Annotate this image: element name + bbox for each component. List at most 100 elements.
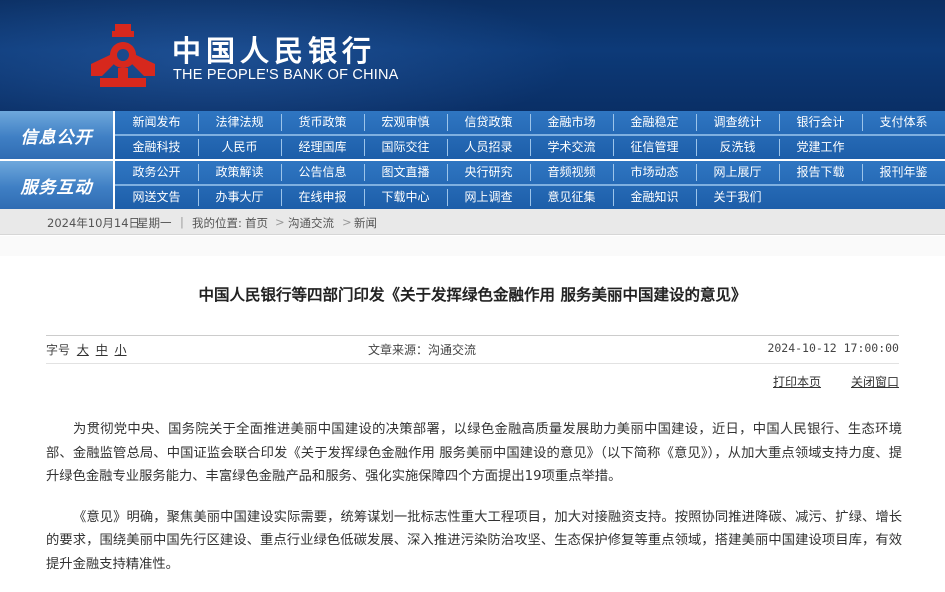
nav-item[interactable]: 关于我们 (696, 186, 779, 209)
nav-separator (530, 139, 531, 156)
nav-separator (447, 189, 448, 206)
article-body: 为贯彻党中央、国务院关于全面推进美丽中国建设的决策部署，以绿色金融高质量发展助力… (46, 418, 902, 592)
nav-item[interactable]: 下载中心 (364, 186, 447, 209)
nav-separator (530, 164, 531, 181)
article-source: 文章来源：沟通交流 (368, 341, 476, 358)
font-size-label: 字号 (46, 343, 71, 357)
nav-separator (198, 164, 199, 181)
nav-separator (447, 139, 448, 156)
nav-item[interactable]: 图文直播 (364, 161, 447, 184)
nav-separator (862, 164, 863, 181)
nav-item[interactable]: 在线申报 (281, 186, 364, 209)
nav-separator (779, 164, 780, 181)
nav-separator (613, 139, 614, 156)
nav-item[interactable]: 经理国库 (281, 136, 364, 159)
article-datetime: 2024-10-12 17:00:00 (767, 341, 899, 355)
nav-item[interactable]: 音频视频 (530, 161, 613, 184)
current-date: 2024年10月14日 (47, 216, 141, 230)
nav-item[interactable]: 公告信息 (281, 161, 364, 184)
nav-section-info: 信息公开 新闻发布 法律法规 货币政策 宏观审慎 信贷政策 金融市场 金融稳定 调查统计 银行会… (0, 111, 945, 159)
pboc-emblem-icon[interactable] (88, 20, 158, 90)
nav-item[interactable]: 支付体系 (862, 111, 945, 134)
nav-separator (779, 139, 780, 156)
source-label: 文章来源： (368, 343, 429, 357)
nav-section-interact: 服务互动 政务公开 政策解读 公告信息 图文直播 央行研究 音频视频 市场动态 网上展厅 报告下… (0, 161, 945, 209)
content-top-stripe (0, 236, 945, 256)
nav-label-info: 信息公开 (0, 111, 113, 159)
nav-row: 金融科技 人民币 经理国库 国际交往 人员招录 学术交流 征信管理 反洗钱 党建工作 (115, 136, 945, 159)
nav-row: 新闻发布 法律法规 货币政策 宏观审慎 信贷政策 金融市场 金融稳定 调查统计 银行会计 支付体系 (115, 111, 945, 134)
nav-item[interactable]: 报刊年鉴 (862, 161, 945, 184)
nav-label-interact: 服务互动 (0, 161, 113, 209)
nav-item[interactable]: 银行会计 (779, 111, 862, 134)
breadcrumb-separator: > (342, 215, 352, 229)
nav-row: 政务公开 政策解读 公告信息 图文直播 央行研究 音频视频 市场动态 网上展厅 报告下载 报刊年鉴 (115, 161, 945, 184)
nav-item[interactable]: 金融知识 (613, 186, 696, 209)
nav-item[interactable]: 网送文告 (115, 186, 198, 209)
font-size-medium[interactable]: 中 (96, 343, 108, 357)
nav-item[interactable]: 网上调查 (447, 186, 530, 209)
nav-item[interactable]: 征信管理 (613, 136, 696, 159)
nav-item[interactable]: 金融科技 (115, 136, 198, 159)
nav-grid-info: 新闻发布 法律法规 货币政策 宏观审慎 信贷政策 金融市场 金融稳定 调查统计 银行会计 支付体系… (115, 111, 945, 159)
print-page-link[interactable]: 打印本页 (773, 373, 821, 390)
close-window-link[interactable]: 关闭窗口 (851, 373, 899, 390)
nav-grid-interact: 政务公开 政策解读 公告信息 图文直播 央行研究 音频视频 市场动态 网上展厅 报告下载 报刊年鉴… (115, 161, 945, 209)
nav-item[interactable]: 金融市场 (530, 111, 613, 134)
nav-item[interactable]: 人员招录 (447, 136, 530, 159)
nav-item[interactable]: 政策解读 (198, 161, 281, 184)
main-nav: 信息公开 新闻发布 法律法规 货币政策 宏观审慎 信贷政策 金融市场 金融稳定 调查统计 银行会… (0, 111, 945, 209)
nav-item[interactable]: 办事大厅 (198, 186, 281, 209)
nav-separator (696, 164, 697, 181)
nav-separator (364, 164, 365, 181)
nav-separator (447, 164, 448, 181)
location-label: 我的位置: (192, 216, 242, 230)
nav-item[interactable]: 党建工作 (779, 136, 862, 159)
bank-name-en: THE PEOPLE'S BANK OF CHINA (173, 67, 399, 83)
nav-item[interactable]: 市场动态 (613, 161, 696, 184)
nav-item[interactable]: 国际交往 (364, 136, 447, 159)
article-title: 中国人民银行等四部门印发《关于发挥绿色金融作用 服务美丽中国建设的意见》 (198, 286, 747, 304)
article-paragraph: 《意见》明确，聚焦美丽中国建设实际需要，统筹谋划一批标志性重大工程项目，加大对接… (46, 509, 902, 572)
current-weekday: 星期一 (137, 216, 172, 230)
nav-item[interactable]: 调查统计 (696, 111, 779, 134)
nav-item[interactable]: 意见征集 (530, 186, 613, 209)
article-meta: 字号 大 中 小 文章来源：沟通交流 2024-10-12 17:00:00 (46, 335, 899, 360)
nav-item[interactable]: 央行研究 (447, 161, 530, 184)
nav-separator (198, 114, 199, 131)
nav-item[interactable]: 新闻发布 (115, 111, 198, 134)
meta-divider (46, 363, 899, 364)
nav-item[interactable]: 金融稳定 (613, 111, 696, 134)
nav-separator (530, 114, 531, 131)
breadcrumb-home[interactable]: 首页 (245, 215, 268, 231)
divider: | (180, 215, 184, 229)
nav-item[interactable]: 人民币 (198, 136, 281, 159)
nav-item[interactable]: 学术交流 (530, 136, 613, 159)
nav-item[interactable]: 货币政策 (281, 111, 364, 134)
nav-item[interactable]: 报告下载 (779, 161, 862, 184)
breadcrumb-news[interactable]: 新闻 (354, 215, 377, 231)
nav-separator (613, 164, 614, 181)
nav-separator (447, 114, 448, 131)
nav-item[interactable]: 信贷政策 (447, 111, 530, 134)
font-size-control: 字号 大 中 小 (46, 341, 127, 358)
font-size-large[interactable]: 大 (77, 343, 89, 357)
nav-item[interactable]: 反洗钱 (696, 136, 779, 159)
nav-separator (613, 189, 614, 206)
nav-separator (281, 164, 282, 181)
breadcrumb-communication[interactable]: 沟通交流 (288, 215, 334, 231)
nav-item[interactable]: 政务公开 (115, 161, 198, 184)
font-size-small[interactable]: 小 (115, 343, 127, 357)
nav-separator (862, 114, 863, 131)
nav-separator (281, 114, 282, 131)
nav-item[interactable]: 法律法规 (198, 111, 281, 134)
breadcrumb-bar: 2024年10月14日 星期一 | 我的位置: 首页 > 沟通交流 > 新闻 (0, 209, 945, 235)
site-header: 中国人民银行 THE PEOPLE'S BANK OF CHINA (0, 0, 945, 111)
nav-item[interactable]: 网上展厅 (696, 161, 779, 184)
article-paragraph: 为贯彻党中央、国务院关于全面推进美丽中国建设的决策部署，以绿色金融高质量发展助力… (46, 422, 902, 484)
nav-separator (696, 139, 697, 156)
nav-separator (281, 139, 282, 156)
nav-separator (364, 114, 365, 131)
bank-name-cn: 中国人民银行 (172, 34, 377, 68)
nav-item[interactable]: 宏观审慎 (364, 111, 447, 134)
